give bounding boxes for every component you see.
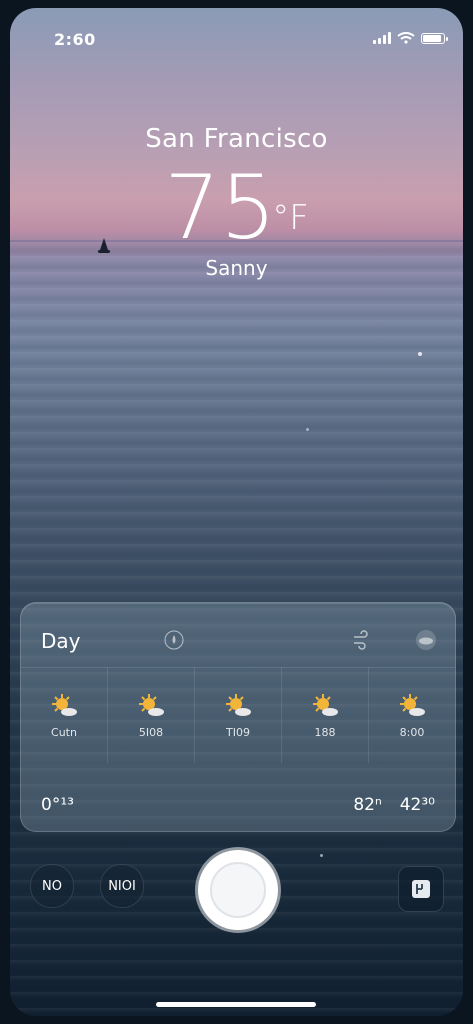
status-icons — [373, 32, 448, 44]
sun-cloud-icon — [313, 693, 338, 716]
drop-icon[interactable] — [163, 629, 185, 651]
cloud-icon[interactable] — [415, 629, 437, 651]
panel-footer-value: 42³⁰ — [399, 795, 435, 815]
status-time: 2:60 — [54, 30, 96, 49]
forecast-label: 8:00 — [399, 725, 425, 739]
weather-camera-screen: 2:60 San Francisco 75°F Sanny Day Cutn 5… — [10, 8, 463, 1016]
forecast-column[interactable]: 188 — [282, 667, 369, 763]
temperature: 75°F — [10, 158, 463, 258]
water-glint — [418, 352, 422, 356]
forecast-label: TI09 — [226, 725, 250, 739]
left-control-button[interactable]: NO — [30, 864, 74, 908]
signal-icon — [373, 32, 391, 44]
sun-cloud-icon — [52, 693, 77, 716]
battery-icon — [421, 33, 448, 44]
forecast-column[interactable]: TI09 — [195, 667, 282, 763]
forecast-label: Cutn — [51, 725, 77, 739]
sun-cloud-icon — [226, 693, 251, 716]
shutter-button[interactable] — [198, 850, 278, 930]
temperature-unit: °F — [272, 198, 309, 238]
forecast-label: 5I08 — [138, 725, 164, 739]
wind-icon[interactable] — [349, 629, 371, 651]
shutter-inner — [210, 862, 266, 918]
forecast-label: 188 — [314, 725, 336, 739]
forecast-panel: Day Cutn 5I08 TI09 188 8:00 0°¹³ 82ⁿ 42³… — [20, 602, 456, 832]
mode-control-button[interactable]: NIOI — [100, 864, 144, 908]
water-glint — [306, 428, 309, 431]
water-glint — [320, 854, 323, 857]
panel-footer-left: 0°¹³ — [41, 795, 74, 815]
gallery-icon — [412, 880, 430, 898]
city-name: San Francisco — [145, 124, 328, 154]
condition-text: Sanny — [205, 256, 268, 280]
forecast-column[interactable]: 5I08 — [108, 667, 195, 763]
home-indicator[interactable] — [156, 1002, 316, 1007]
sun-cloud-icon — [400, 693, 425, 716]
panel-footer-value: 82ⁿ — [353, 795, 382, 815]
forecast-columns: Cutn 5I08 TI09 188 8:00 — [21, 667, 455, 763]
wifi-icon — [397, 32, 415, 44]
sun-cloud-icon — [139, 693, 164, 716]
forecast-column[interactable]: Cutn — [21, 667, 108, 763]
forecast-column[interactable]: 8:00 — [369, 667, 455, 763]
temperature-value: 75 — [164, 156, 277, 259]
gallery-button[interactable] — [398, 866, 444, 912]
panel-title: Day — [41, 629, 81, 653]
panel-footer-right: 82ⁿ 42³⁰ — [353, 795, 435, 815]
